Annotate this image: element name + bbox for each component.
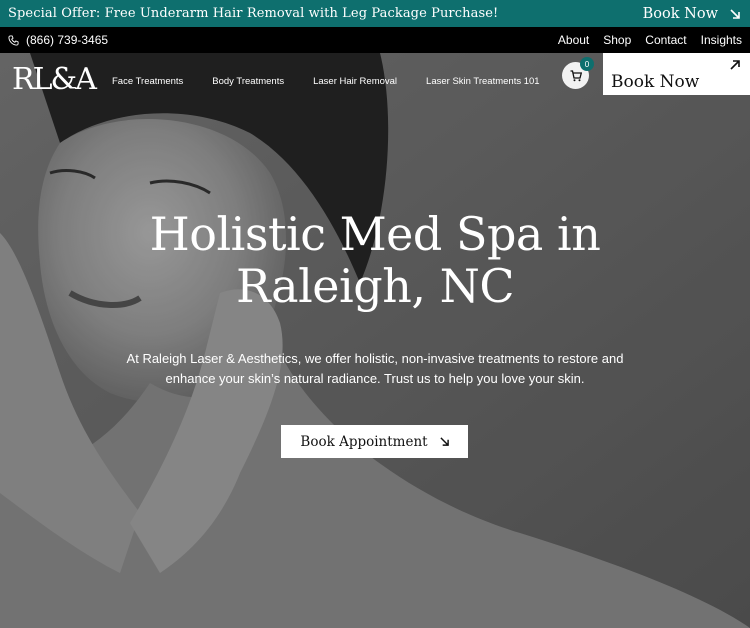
promo-book-now-link[interactable]: Book Now	[643, 6, 740, 22]
header-book-now-button[interactable]: Book Now	[603, 53, 750, 95]
arrow-down-right-icon	[439, 437, 449, 446]
nav-item-laser-hair-removal[interactable]: Laser Hair Removal	[313, 76, 397, 87]
cart-count-badge: 0	[580, 57, 594, 71]
hero-headline-line-1: Holistic Med Spa in	[149, 207, 601, 261]
promo-book-now-label: Book Now	[642, 5, 718, 22]
utility-link-insights[interactable]: Insights	[701, 33, 742, 47]
nav-item-face-treatments[interactable]: Face Treatments	[112, 76, 183, 87]
hero-intro-line-1: At Raleigh Laser & Aesthetics, we offer …	[126, 351, 624, 366]
book-appointment-label: Book Appointment	[300, 433, 428, 450]
hero-intro-line-2: enhance your skin’s natural radiance. Tr…	[165, 371, 585, 386]
utility-link-shop[interactable]: Shop	[603, 33, 631, 47]
logo[interactable]: RL&A	[12, 65, 97, 95]
hero-headline-line-2: Raleigh, NC	[235, 259, 515, 313]
hero-intro: At Raleigh Laser & Aesthetics, we offer …	[105, 349, 645, 389]
hero-overlay	[0, 53, 750, 628]
hero-section: RL&A Face Treatments Body Treatments Las…	[0, 53, 750, 628]
cart-button[interactable]: 0	[562, 57, 594, 89]
arrow-up-right-icon	[730, 60, 740, 70]
utility-bar: (866) 739-3465 About Shop Contact Insigh…	[0, 27, 750, 53]
header-book-now-label: Book Now	[611, 72, 700, 92]
phone-number: (866) 739-3465	[26, 33, 109, 47]
phone-link[interactable]: (866) 739-3465	[8, 33, 108, 47]
nav-item-laser-skin-treatments[interactable]: Laser Skin Treatments 101	[426, 76, 540, 87]
phone-icon	[8, 34, 19, 46]
hero-headline: Holistic Med Spa in Raleigh, NC	[0, 208, 750, 312]
cart-icon	[570, 69, 582, 81]
book-appointment-button[interactable]: Book Appointment	[281, 425, 468, 458]
main-nav: Face Treatments Body Treatments Laser Ha…	[112, 76, 540, 87]
promo-bar: Special Offer: Free Underarm Hair Remova…	[0, 0, 750, 27]
promo-text: Special Offer: Free Underarm Hair Remova…	[8, 6, 499, 21]
utility-link-about[interactable]: About	[558, 33, 589, 47]
utility-link-contact[interactable]: Contact	[645, 33, 686, 47]
arrow-down-right-icon	[730, 8, 740, 19]
nav-item-body-treatments[interactable]: Body Treatments	[212, 76, 284, 87]
